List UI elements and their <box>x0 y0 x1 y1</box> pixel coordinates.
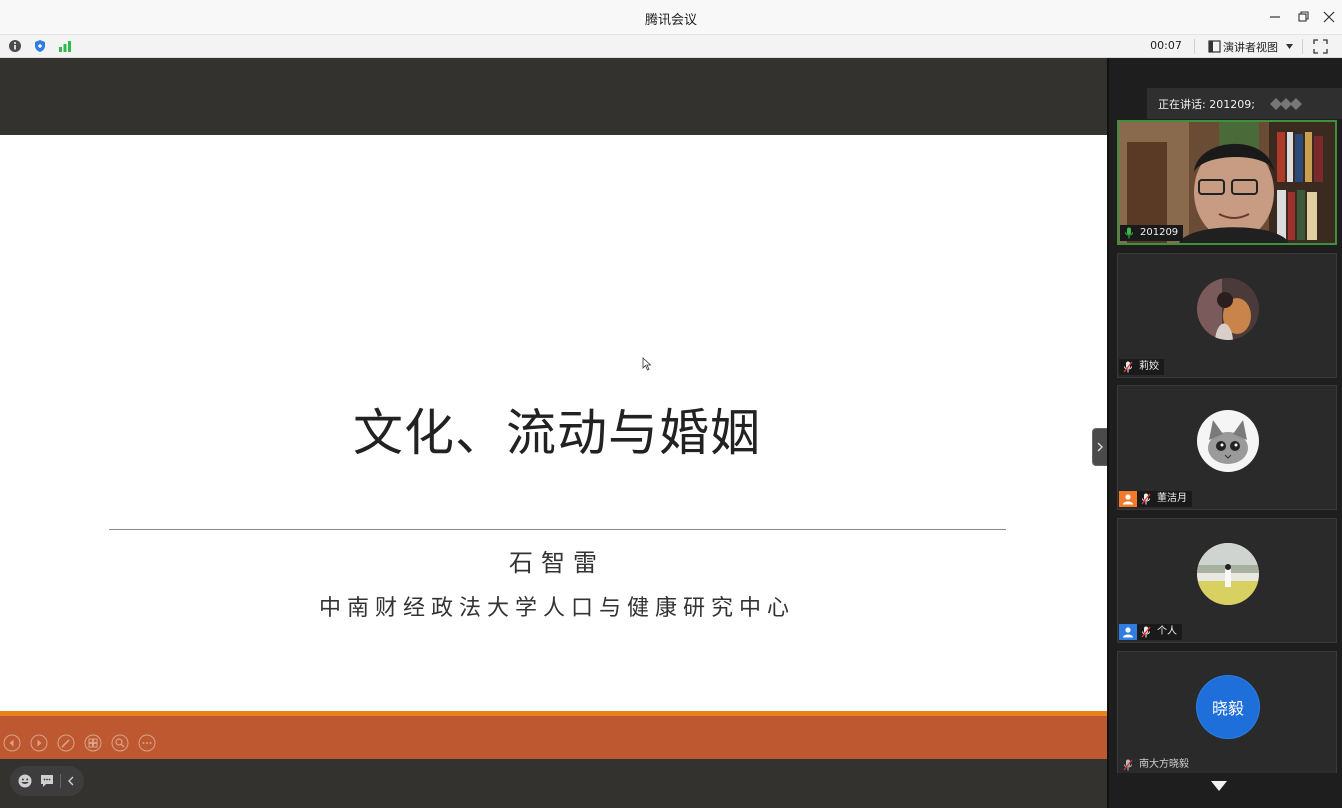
chevron-left-icon[interactable] <box>63 773 79 789</box>
user-icon <box>1119 624 1137 640</box>
fullscreen-icon[interactable] <box>1313 39 1328 54</box>
toolbar-divider <box>1302 39 1303 54</box>
participant-tile[interactable]: 个人 <box>1117 518 1337 643</box>
info-icon[interactable] <box>8 39 22 53</box>
previous-slide-icon[interactable] <box>3 734 21 752</box>
shared-screen: 文化、流动与婚姻 石智雷 中南财经政法大学人口与健康研究中心 <box>0 58 1107 808</box>
participant-name: 莉姣 <box>1137 359 1164 375</box>
participant-tile[interactable]: 莉姣 <box>1117 253 1337 378</box>
participant-tile[interactable]: 晓毅 南大方晓毅 <box>1117 651 1337 773</box>
view-switch-dropdown[interactable]: 演讲者视图 <box>1206 37 1298 56</box>
slides-grid-icon[interactable] <box>84 734 102 752</box>
avatar <box>1197 410 1259 472</box>
next-slide-icon[interactable] <box>30 734 48 752</box>
restore-icon[interactable] <box>1294 8 1312 26</box>
participant-namebar: 南大方晓毅 <box>1119 757 1194 773</box>
participant-tile[interactable]: 董洁月 <box>1117 385 1337 510</box>
slide-affiliation: 中南财经政法大学人口与健康研究中心 <box>318 596 795 621</box>
meeting-toolbar: 00:07 演讲者视图 <box>0 35 1342 58</box>
mic-muted-icon <box>1137 624 1155 640</box>
participant-name: 个人 <box>1155 624 1182 640</box>
title-bar: 腾讯会议 <box>0 0 1342 35</box>
reaction-toolbar <box>10 766 84 796</box>
mouse-cursor-icon <box>642 357 652 371</box>
toolbar-divider <box>60 774 61 788</box>
emoji-icon[interactable] <box>17 773 33 789</box>
scroll-down-icon[interactable] <box>1209 780 1229 792</box>
chevron-down-icon <box>1286 44 1293 49</box>
participant-namebar: 董洁月 <box>1119 491 1192 507</box>
avatar-initials: 晓毅 <box>1211 699 1244 718</box>
slide-footer-bar <box>0 711 1107 759</box>
participant-namebar: 个人 <box>1119 624 1182 640</box>
zoom-icon[interactable] <box>111 734 129 752</box>
blurred-name-mask <box>1270 98 1302 110</box>
participant-namebar: 莉姣 <box>1119 359 1164 375</box>
user-icon <box>1119 491 1137 507</box>
minimize-icon[interactable] <box>1266 8 1284 26</box>
presentation-slide: 文化、流动与婚姻 石智雷 中南财经政法大学人口与健康研究中心 <box>0 135 1107 713</box>
participants-panel: 正在讲话: 201209; 201209 莉姣 董洁月 个人 晓毅 南大方晓毅 <box>1107 58 1342 808</box>
meeting-timer: 00:07 <box>1150 39 1182 52</box>
pen-icon[interactable] <box>57 734 75 752</box>
view-switch-label: 演讲者视图 <box>1223 41 1278 54</box>
avatar <box>1197 543 1259 605</box>
chat-icon[interactable] <box>39 773 55 789</box>
avatar: 晓毅 <box>1197 676 1259 738</box>
toolbar-divider <box>1194 39 1195 54</box>
slide-divider <box>109 529 1006 530</box>
speaking-label: 正在讲话: 201209; <box>1158 98 1255 111</box>
close-icon[interactable] <box>1320 8 1338 26</box>
participant-name: 董洁月 <box>1155 491 1192 507</box>
mic-muted-icon <box>1119 359 1137 375</box>
mic-muted-icon <box>1137 491 1155 507</box>
collapse-panel-handle[interactable] <box>1092 428 1108 466</box>
mic-muted-icon <box>1119 757 1137 773</box>
participant-name: 南大方晓毅 <box>1139 759 1189 770</box>
chevron-right-icon <box>1097 442 1103 452</box>
network-signal-icon[interactable] <box>58 39 72 53</box>
slide-title: 文化、流动与婚姻 <box>353 404 761 462</box>
speaking-indicator: 正在讲话: 201209; <box>1147 88 1342 119</box>
more-options-icon[interactable] <box>138 734 156 752</box>
window-title: 腾讯会议 <box>644 13 697 28</box>
shield-icon[interactable] <box>33 39 47 53</box>
mic-on-icon <box>1120 225 1138 241</box>
avatar <box>1197 278 1259 340</box>
slide-author: 石智雷 <box>509 549 605 577</box>
layout-icon <box>1208 40 1221 53</box>
meeting-window: 腾讯会议 00:07 演讲者视图 文化、流动与婚姻 石智雷 中南财经政法大学人口… <box>0 0 1342 808</box>
participant-tile[interactable]: 201209 <box>1117 120 1337 245</box>
participant-namebar: 201209 <box>1120 225 1184 241</box>
participant-name: 201209 <box>1138 225 1184 241</box>
